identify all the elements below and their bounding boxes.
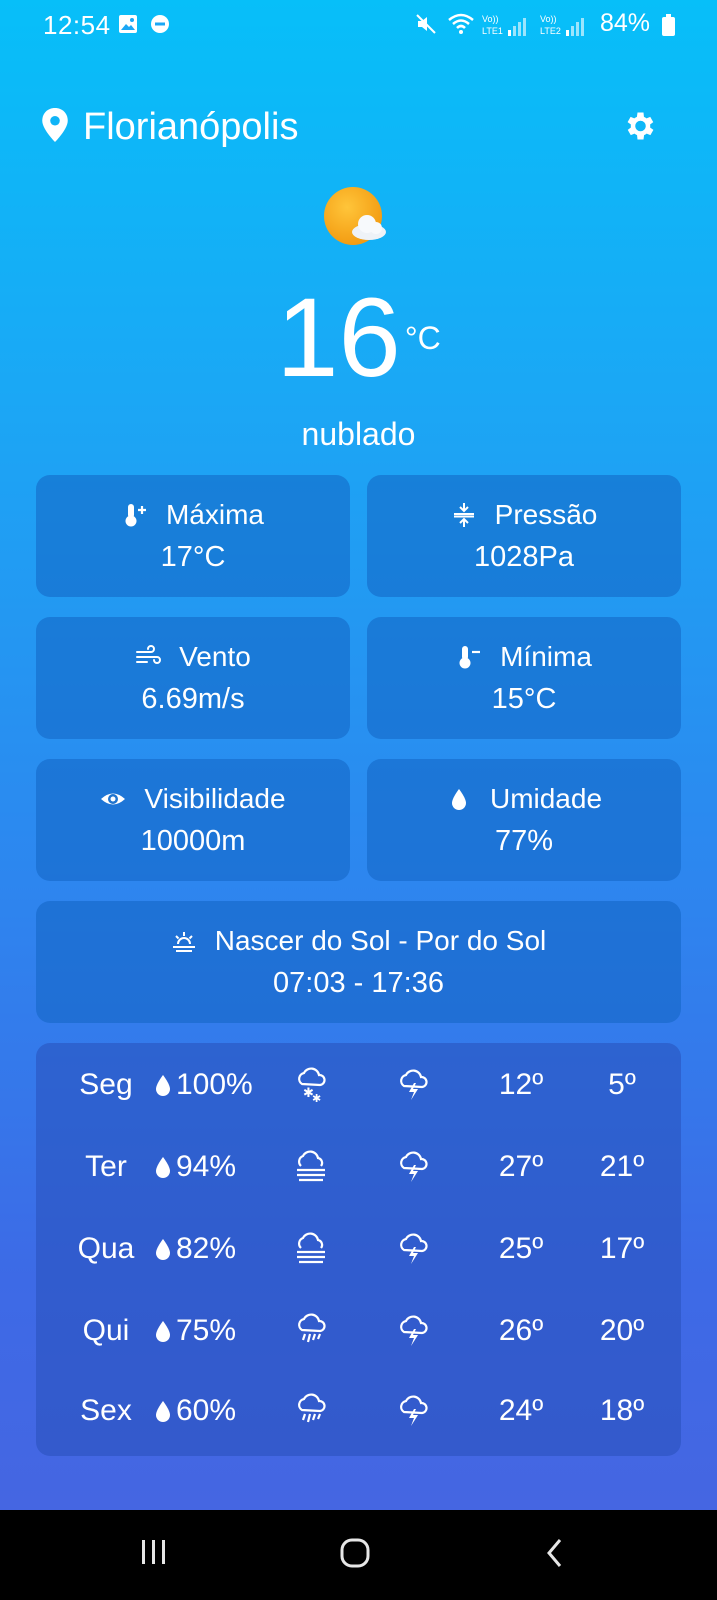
thermometer-minus-icon <box>459 646 481 669</box>
forecast-max-temp: 26º <box>498 1314 544 1347</box>
card-max-value: 17°C <box>160 541 226 573</box>
storm-cloud-icon <box>388 1219 438 1279</box>
status-bar: 12:54 Vo)) LTE1 Vo)) LTE2 84% <box>0 0 717 52</box>
do-not-disturb-icon <box>151 15 169 33</box>
storm-cloud-icon <box>388 1381 438 1441</box>
mute-icon <box>416 14 436 34</box>
card-wind: Vento 6.69m/s <box>36 617 350 739</box>
signal-lte1-icon: Vo)) LTE1 <box>482 14 526 36</box>
card-sun-value: 07:03 - 17:36 <box>273 967 444 999</box>
card-humidity-value: 77% <box>494 825 554 857</box>
weather-condition: nublado <box>301 416 416 452</box>
card-pressure-value: 1028Pa <box>474 541 574 573</box>
card-min-value: 15°C <box>491 683 557 715</box>
forecast-day: Seg <box>79 1068 133 1101</box>
status-time: 12:54 <box>43 10 111 40</box>
rain-cloud-icon <box>286 1301 336 1361</box>
fog-cloud-icon <box>286 1219 336 1279</box>
forecast-row: Qui 75% 26º 20º <box>36 1301 681 1361</box>
eye-icon <box>101 793 126 805</box>
rain-droplet-icon <box>154 1055 174 1115</box>
forecast-max-temp: 27º <box>498 1150 544 1183</box>
forecast-day: Ter <box>85 1150 127 1183</box>
forecast-day: Qui <box>82 1314 130 1347</box>
forecast-row: Qua 82% 25º 17º <box>36 1219 681 1279</box>
forecast-day: Qua <box>77 1232 135 1265</box>
settings-gear-icon[interactable] <box>621 108 657 144</box>
back-icon[interactable] <box>544 1538 566 1568</box>
forecast-row: Seg 100% ✱ ✱ 12º 5º <box>36 1055 681 1115</box>
forecast-max-temp: 12º <box>498 1068 544 1101</box>
forecast-min-temp: 21º <box>599 1150 645 1183</box>
battery-icon <box>662 14 675 36</box>
card-wind-label: Vento <box>179 641 251 672</box>
card-min-label: Mínima <box>500 641 592 672</box>
rain-droplet-icon <box>154 1219 174 1279</box>
signal-lte2-icon: Vo)) LTE2 <box>540 14 584 36</box>
storm-cloud-icon <box>388 1137 438 1197</box>
storm-cloud-icon <box>388 1055 438 1115</box>
card-humidity: Umidade 77% <box>367 759 681 881</box>
card-wind-value: 6.69m/s <box>141 683 245 715</box>
forecast-min-temp: 17º <box>599 1232 645 1265</box>
card-visibility: Visibilidade 10000m <box>36 759 350 881</box>
home-icon[interactable] <box>339 1537 371 1569</box>
svg-text:Vo)): Vo)) <box>482 14 499 24</box>
forecast-min-temp: 20º <box>599 1314 645 1347</box>
forecast-min-temp: 5º <box>608 1068 636 1101</box>
snow-cloud-icon: ✱ ✱ <box>286 1055 336 1115</box>
location-name[interactable]: Florianópolis <box>83 106 298 149</box>
droplet-icon <box>451 789 466 810</box>
pressure-icon <box>453 503 474 527</box>
card-pressure: Pressão 1028Pa <box>367 475 681 597</box>
rain-droplet-icon <box>154 1301 174 1361</box>
temperature-unit: °C <box>404 320 441 356</box>
card-max-label: Máxima <box>165 499 264 530</box>
svg-text:LTE1: LTE1 <box>482 26 503 36</box>
rain-droplet-icon <box>154 1381 174 1441</box>
gallery-icon <box>119 15 137 33</box>
svg-text:Vo)): Vo)) <box>540 14 557 24</box>
svg-text:LTE2: LTE2 <box>540 26 561 36</box>
fog-cloud-icon <box>286 1137 336 1197</box>
forecast-max-temp: 24º <box>498 1394 544 1427</box>
navigation-bar <box>0 1510 717 1600</box>
card-visibility-value: 10000m <box>140 825 246 857</box>
svg-text:✱: ✱ <box>312 1092 321 1104</box>
card-visibility-label: Visibilidade <box>144 783 286 814</box>
temperature-value: 16 <box>276 275 401 400</box>
rain-cloud-icon <box>286 1381 336 1441</box>
card-humidity-label: Umidade <box>489 783 603 814</box>
location-pin-icon <box>42 108 68 142</box>
card-min-temp: Mínima 15°C <box>367 617 681 739</box>
forecast-panel: Seg 100% ✱ ✱ 12º 5º Ter 94% 27º 21º Qua 82% 25º 17º Qu… <box>36 1043 681 1456</box>
thermometer-plus-icon <box>125 504 146 527</box>
forecast-row: Ter 94% 27º 21º <box>36 1137 681 1197</box>
forecast-day: Sex <box>80 1394 132 1427</box>
storm-cloud-icon <box>388 1301 438 1361</box>
rain-droplet-icon <box>154 1137 174 1197</box>
wifi-icon <box>448 13 474 34</box>
forecast-row: Sex 60% 24º 18º <box>36 1381 681 1441</box>
sunrise-icon <box>172 932 195 952</box>
current-temperature: 16 °C <box>0 282 717 394</box>
wind-icon <box>136 645 162 664</box>
card-sunrise-sunset: Nascer do Sol - Por do Sol 07:03 - 17:36 <box>36 901 681 1023</box>
forecast-max-temp: 25º <box>498 1232 544 1265</box>
card-pressure-label: Pressão <box>494 499 598 530</box>
card-max-temp: Máxima 17°C <box>36 475 350 597</box>
battery-percent: 84% <box>600 9 651 37</box>
card-sun-label: Nascer do Sol - Por do Sol <box>214 925 547 956</box>
partly-cloudy-icon <box>324 187 386 245</box>
recent-apps-icon[interactable] <box>139 1538 169 1566</box>
forecast-min-temp: 18º <box>599 1394 645 1427</box>
